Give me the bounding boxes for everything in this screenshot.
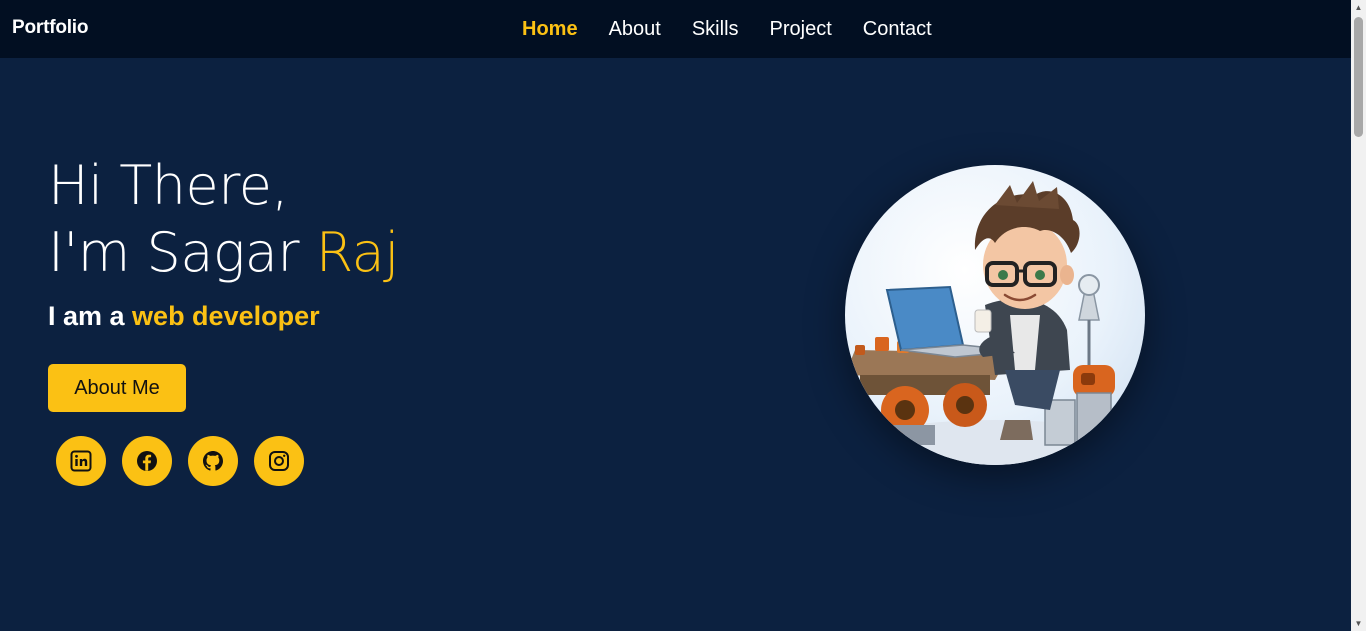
vertical-scrollbar[interactable]: ▲ ▼ bbox=[1351, 0, 1366, 631]
hero-intro-name: I'm Sagar bbox=[48, 221, 316, 284]
about-me-button[interactable]: About Me bbox=[48, 364, 186, 412]
hero-role-prefix: I am a bbox=[48, 301, 133, 331]
scrollbar-thumb[interactable] bbox=[1354, 17, 1363, 137]
linkedin-link[interactable] bbox=[56, 436, 106, 486]
hero-intro-accent: Raj bbox=[315, 221, 399, 284]
brand-logo[interactable]: Portfolio bbox=[12, 17, 88, 39]
github-icon bbox=[203, 451, 223, 471]
nav-project-link[interactable]: Project bbox=[770, 17, 832, 41]
nav-skills-link[interactable]: Skills bbox=[692, 17, 739, 41]
profile-avatar bbox=[845, 165, 1145, 465]
navbar: Portfolio Home About Skills Project Cont… bbox=[0, 0, 1351, 58]
nav-contact-link[interactable]: Contact bbox=[863, 17, 932, 41]
hero-role: I am a web developer bbox=[48, 301, 320, 332]
hero-greeting: Hi There, bbox=[48, 154, 289, 217]
nav-home-link[interactable]: Home bbox=[522, 17, 578, 41]
github-link[interactable] bbox=[188, 436, 238, 486]
scroll-down-arrow-icon[interactable]: ▼ bbox=[1351, 616, 1366, 631]
nav-about-link[interactable]: About bbox=[609, 17, 661, 41]
facebook-icon bbox=[137, 451, 157, 471]
social-links bbox=[56, 436, 304, 486]
scroll-up-arrow-icon[interactable]: ▲ bbox=[1351, 0, 1366, 15]
hero-role-accent: web developer bbox=[132, 301, 320, 331]
hero-intro: I'm Sagar Raj bbox=[48, 220, 399, 286]
instagram-icon bbox=[269, 451, 289, 471]
developer-illustration bbox=[845, 181, 1145, 465]
instagram-link[interactable] bbox=[254, 436, 304, 486]
nav-links: Home About Skills Project Contact bbox=[522, 17, 932, 41]
facebook-link[interactable] bbox=[122, 436, 172, 486]
linkedin-icon bbox=[70, 450, 92, 472]
